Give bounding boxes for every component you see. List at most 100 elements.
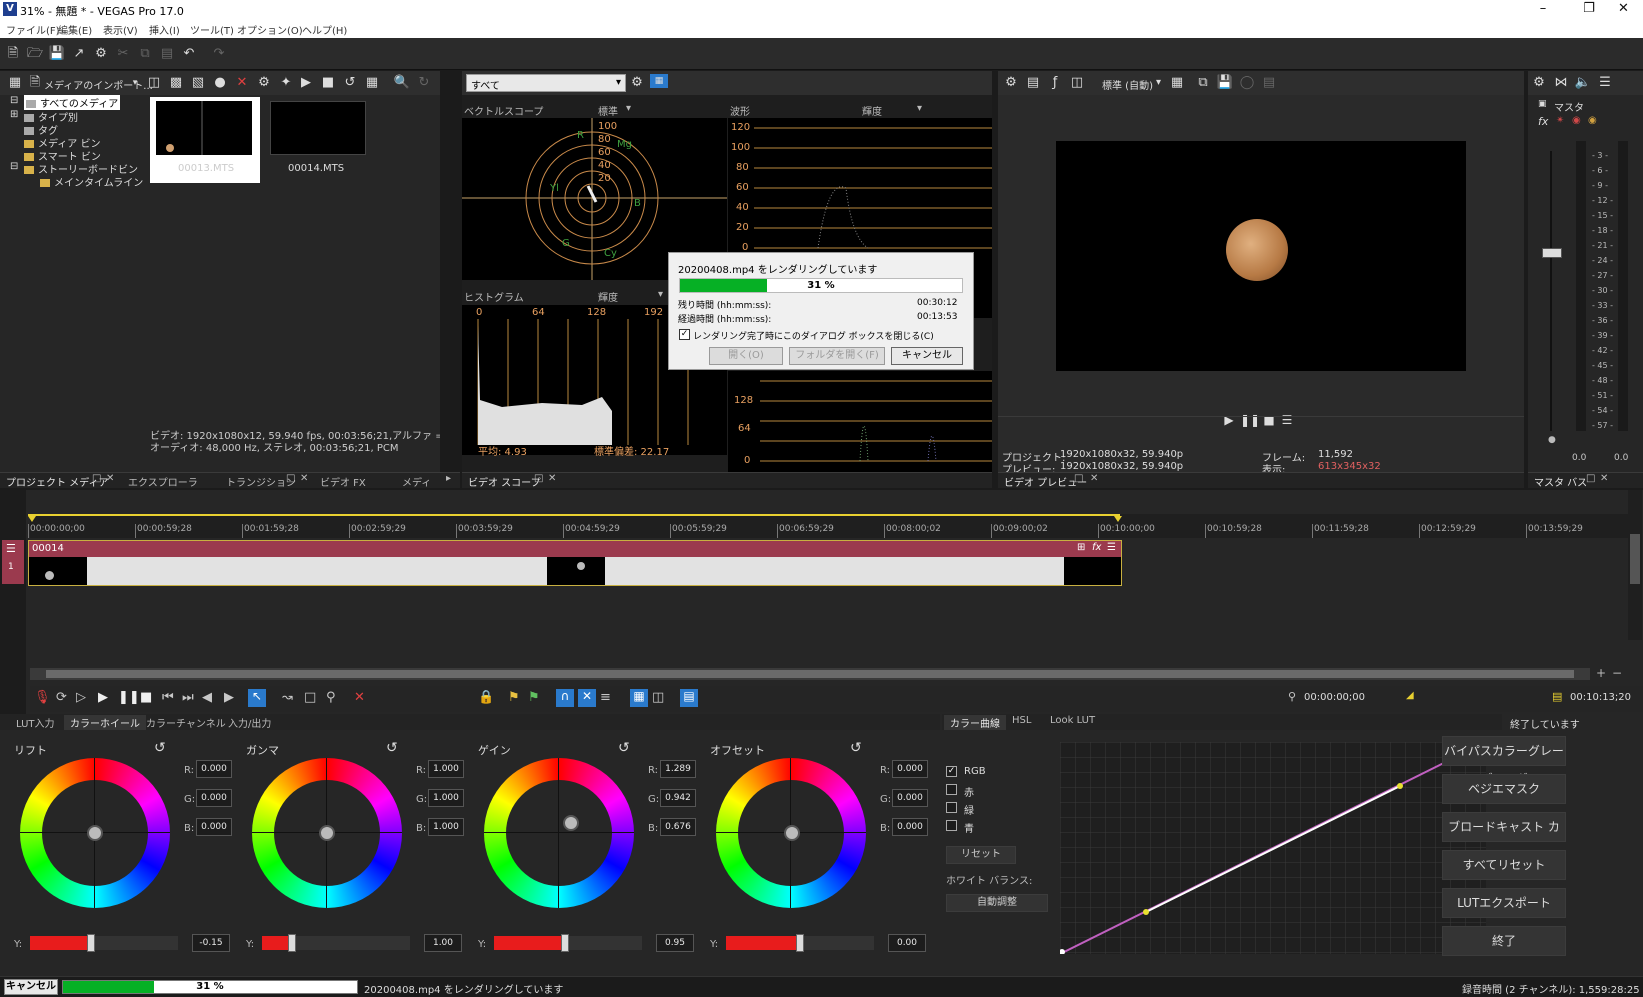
media-clip-00013[interactable]: 00013.MTS <box>150 97 260 183</box>
tab-master-bus[interactable]: マスタ バス <box>1534 474 1587 489</box>
ignore-grouping-icon[interactable]: ◫ <box>652 690 664 705</box>
zoom-in-icon[interactable]: + <box>1596 666 1606 680</box>
luma-value[interactable]: 1.00 <box>424 934 462 952</box>
grading-action-button[interactable]: LUTエクスポート <box>1442 888 1566 918</box>
menu-help[interactable]: ヘルプ(H) <box>302 22 347 37</box>
paste-icon[interactable]: ▤ <box>158 45 176 63</box>
media-settings-icon[interactable]: ⚙ <box>255 74 273 92</box>
menu-edit[interactable]: 編集(E) <box>58 22 92 37</box>
tree-item-all-media[interactable]: すべてのメディア <box>24 95 121 110</box>
tab-video-scopes-dock-icon[interactable]: □ <box>534 473 543 484</box>
luma-value[interactable]: -0.15 <box>192 934 230 952</box>
grading-action-button[interactable]: ブロードキャスト カラー <box>1442 812 1566 862</box>
luma-value[interactable]: 0.00 <box>888 934 926 952</box>
menu-tools[interactable]: ツール(T) <box>190 22 234 37</box>
refresh-icon[interactable]: ↻ <box>415 74 433 92</box>
master-automation-icon[interactable]: ✴ <box>1556 115 1564 126</box>
timeline-vertical-scrollbar[interactable] <box>1628 490 1642 640</box>
open-button[interactable]: 開く(O) <box>709 347 783 365</box>
status-cancel-button[interactable]: キャンセル <box>4 979 58 995</box>
delete-event-icon[interactable]: ✕ <box>354 690 365 705</box>
preview-stop-icon[interactable]: ■ <box>1260 411 1278 429</box>
wheel-g-value[interactable]: 0.000 <box>892 789 928 807</box>
preview-menu-icon[interactable]: ☰ <box>1278 411 1296 429</box>
video-track-header[interactable]: ☰ 1 <box>2 540 24 584</box>
luma-value[interactable]: 0.95 <box>656 934 694 952</box>
tab-explorer[interactable]: エクスプローラ <box>128 474 198 489</box>
close-icon[interactable]: ✕ <box>1604 0 1643 20</box>
cancel-render-button[interactable]: キャンセル <box>891 347 963 365</box>
record-icon[interactable]: 🎙 <box>34 690 51 705</box>
tab-project-media-close-icon[interactable]: ✕ <box>106 473 114 484</box>
views-icon[interactable]: ▦ <box>363 74 381 92</box>
media-view-icon[interactable]: ▦ <box>6 74 24 92</box>
master-fader-handle[interactable] <box>1542 248 1562 258</box>
wheel-b-value[interactable]: 0.000 <box>892 818 928 836</box>
grading-action-button[interactable]: バイパスカラーグレーディング <box>1442 736 1566 786</box>
auto-adjust-button[interactable]: 自動調整 <box>946 894 1048 912</box>
tab-master-bus-close-icon[interactable]: ✕ <box>1600 473 1608 484</box>
wheel-r-value[interactable]: 0.000 <box>892 760 928 778</box>
wheel-knob[interactable] <box>319 825 335 841</box>
tab-master-bus-dock-icon[interactable]: □ <box>1586 473 1595 484</box>
color-wheel[interactable] <box>20 758 170 908</box>
marker-icon[interactable]: ⚑ <box>508 690 520 705</box>
scope-settings-icon[interactable]: ⚙ <box>628 74 646 92</box>
loop-playback-icon[interactable]: ⟳ <box>56 690 67 705</box>
color-wheel[interactable] <box>716 758 866 908</box>
color-curve-graph[interactable] <box>1059 741 1487 955</box>
wheel-knob[interactable] <box>784 825 800 841</box>
import-media-icon[interactable]: 🗎 <box>26 74 44 92</box>
tab-video-scopes[interactable]: ビデオ スコープ <box>468 474 541 489</box>
go-to-end-icon[interactable]: ⏭ <box>182 690 194 705</box>
luma-slider-handle[interactable] <box>87 934 95 952</box>
zoom-tool-icon[interactable]: ⚲ <box>326 690 336 705</box>
histogram-mode-dropdown[interactable]: 輝度 <box>598 289 618 304</box>
tab-color-curves[interactable]: カラー曲線 <box>944 715 1006 730</box>
master-fx-icon[interactable]: fx <box>1538 115 1548 128</box>
properties-gear-icon[interactable]: ⚙ <box>92 45 110 63</box>
open-folder-icon[interactable]: 🗁 <box>26 45 44 63</box>
play-icon[interactable]: ▶ <box>98 690 108 705</box>
render-as-icon[interactable]: ↗ <box>70 45 88 63</box>
tab-video-preview-dock-icon[interactable]: □ <box>1074 473 1083 484</box>
wheel-reset-icon[interactable]: ↺ <box>618 740 630 756</box>
wheel-g-value[interactable]: 0.942 <box>660 789 696 807</box>
scope-refresh-icon[interactable]: ▦ <box>650 74 668 88</box>
vectorscope-mode-dropdown[interactable]: 標準 <box>598 103 618 118</box>
preview-pause-icon[interactable]: ❚❚ <box>1240 411 1260 429</box>
tab-lut-input[interactable]: LUT入力 <box>16 715 55 730</box>
zoom-out-icon[interactable]: − <box>1612 666 1622 680</box>
wheel-reset-icon[interactable]: ↺ <box>386 740 398 756</box>
media-fx-icon[interactable]: ✦ <box>277 74 295 92</box>
wheel-knob[interactable] <box>563 815 579 831</box>
grading-action-button[interactable]: 終了 <box>1442 926 1566 956</box>
tab-video-scopes-close-icon[interactable]: ✕ <box>548 473 556 484</box>
video-fx-icon[interactable]: ƒ <box>1046 74 1064 92</box>
tab-transitions-close-icon[interactable]: ✕ <box>300 473 308 484</box>
get-media-icon[interactable]: ▩ <box>167 74 185 92</box>
lock-icon[interactable]: 🔒 <box>478 690 494 705</box>
close-on-complete-checkbox[interactable]: ✓ <box>679 329 690 340</box>
menu-options[interactable]: オプション(O) <box>237 22 303 37</box>
selection-tool-icon[interactable]: □ <box>304 690 316 705</box>
preview-stop-icon[interactable]: ■ <box>319 74 337 92</box>
channel-checkbox[interactable] <box>946 784 957 795</box>
menu-view[interactable]: 表示(V) <box>103 22 138 37</box>
wheel-b-value[interactable]: 1.000 <box>428 818 464 836</box>
tab-color-wheels[interactable]: カラーホイール <box>64 715 146 730</box>
tab-media-generators[interactable]: メディ <box>402 474 431 489</box>
region-icon[interactable]: ⚑ <box>528 690 540 705</box>
auto-crossfade-icon[interactable]: ✕ <box>578 689 596 707</box>
scope-filter-dropdown[interactable]: すべて ▾ <box>466 74 626 92</box>
delete-icon[interactable]: ✕ <box>233 74 251 92</box>
lock-envelopes-icon[interactable]: ▦ <box>630 689 648 707</box>
media-clip-00014[interactable]: 00014.MTS <box>264 97 374 183</box>
master-solo-icon[interactable]: ◉ <box>1588 115 1597 126</box>
ripple-edit-icon[interactable]: ≡ <box>600 690 611 705</box>
split-screen-icon[interactable]: ◫ <box>1068 74 1086 92</box>
tab-input-output[interactable]: 入力/出力 <box>228 715 271 730</box>
color-wheel[interactable] <box>484 758 634 908</box>
wheel-b-value[interactable]: 0.000 <box>196 818 232 836</box>
preview-option-2-icon[interactable]: ▤ <box>1260 74 1278 92</box>
